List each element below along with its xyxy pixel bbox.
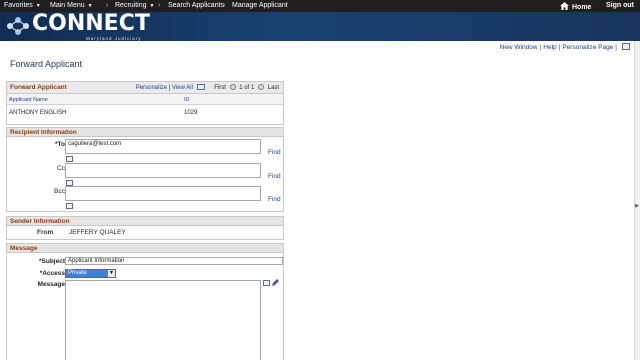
link-divider: | [615,44,617,51]
new-window-link[interactable]: New Window [500,44,538,51]
column-header-id[interactable]: ID [184,97,190,103]
home-icon [560,2,569,10]
help-link[interactable]: Help [543,44,556,51]
page-title: Forward Applicant [10,59,83,69]
grid-download-icon[interactable] [196,84,205,90]
spell-check-icon[interactable] [66,156,73,162]
recruiting-label: Recruiting [115,2,147,9]
breadcrumb-manage-applicant[interactable]: Manage Applicant [232,1,288,11]
message-label: Message [37,281,65,288]
message-field[interactable] [65,280,261,360]
favorites-menu[interactable]: Favorites ▼ [4,1,41,11]
breadcrumb-separator-icon: › [223,2,226,9]
applicant-name-cell: ANTHONY ENGLISH [9,110,67,116]
breadcrumb-separator-icon: › [106,2,109,9]
next-icon[interactable] [257,84,264,90]
page-options-icon[interactable] [622,43,630,50]
chevron-down-icon: ▼ [35,3,41,9]
grid-column-headers: Applicant Name ID [7,94,283,105]
breadcrumb-search-applicants[interactable]: Search Applicants [168,1,224,11]
main-menu[interactable]: Main Menu ▼ [50,1,93,11]
from-value: JEFFERY QUALEY [69,229,126,236]
connect-logo-icon [7,17,29,35]
pager-status: 1 of 1 [239,85,255,91]
cc-field[interactable] [65,163,261,178]
access-label: *Access [39,270,65,277]
grid-toolbar: Personalize | View All First 1 of 1 Last [136,84,279,91]
first-link[interactable]: First [214,85,226,91]
view-all-link[interactable]: View All [172,85,193,91]
recruiting-menu[interactable]: Recruiting ▼ [115,1,154,11]
chevron-down-icon[interactable]: ▼ [107,270,115,277]
spell-check-icon[interactable] [263,280,270,286]
chevron-down-icon: ▼ [149,3,155,9]
sign-out-link[interactable]: Sign out [606,1,634,11]
personalize-page-link[interactable]: Personalize Page [562,44,613,51]
page-links: New Window | Help | Personalize Page | [500,43,630,51]
search-applicants-label: Search Applicants [168,2,225,9]
recipient-section-title: Recipient Information [7,128,283,137]
home-label: Home [572,4,592,11]
edit-pencil-icon[interactable] [271,279,280,287]
grid-header: Forward Applicant Personalize | View All… [7,82,283,94]
bcc-find-link[interactable]: Find [268,196,281,203]
cc-label: Cc [57,165,65,172]
header-banner: CONNECT Maryland Judiciary [0,12,640,41]
last-link[interactable]: Last [268,85,279,91]
vertical-scrollbar[interactable]: ▶ [634,41,640,360]
table-row: ANTHONY ENGLISH 1029 [7,105,283,121]
sign-out-label: Sign out [606,2,634,9]
to-field[interactable]: caguilera@test.com [65,139,261,154]
recipient-section: Recipient Information *To caguilera@test… [6,127,284,212]
link-divider: | [539,44,542,51]
subject-label: *Subject [38,258,65,265]
message-section: Message *Subject Applicant Information *… [6,243,284,360]
main-menu-label: Main Menu [50,2,85,9]
cc-find-link[interactable]: Find [268,173,281,180]
home-link[interactable]: Home [560,1,591,11]
bcc-label: Bcc [54,188,65,195]
breadcrumb-separator-icon: › [158,2,161,9]
access-selected-value: Private [68,270,87,276]
grid-title: Forward Applicant [10,84,67,91]
subject-field[interactable]: Applicant Information [65,257,283,265]
sender-section: Sender Information From JEFFERY QUALEY [6,216,284,240]
access-select[interactable]: Private ▼ [65,269,116,278]
link-divider: | [558,44,561,51]
bcc-field[interactable] [65,186,261,201]
applicant-id-cell: 1029 [184,110,198,116]
scroll-arrow-icon[interactable]: ▶ [635,203,639,209]
manage-applicant-label: Manage Applicant [232,2,288,9]
to-label: *To [55,141,65,148]
personalize-link[interactable]: Personalize [136,85,167,91]
to-find-link[interactable]: Find [268,149,281,156]
message-section-title: Message [7,244,283,253]
brand-name: CONNECT [32,11,150,36]
favorites-label: Favorites [4,2,33,9]
from-label: From [37,229,54,236]
applicant-grid: Forward Applicant Personalize | View All… [6,81,284,125]
brand-subtitle: Maryland Judiciary [86,36,142,41]
previous-icon[interactable] [229,84,236,90]
spell-check-icon[interactable] [66,203,73,209]
chevron-down-icon: ▼ [87,3,93,9]
sender-section-title: Sender Information [7,217,283,226]
column-header-applicant-name[interactable]: Applicant Name [9,97,48,103]
